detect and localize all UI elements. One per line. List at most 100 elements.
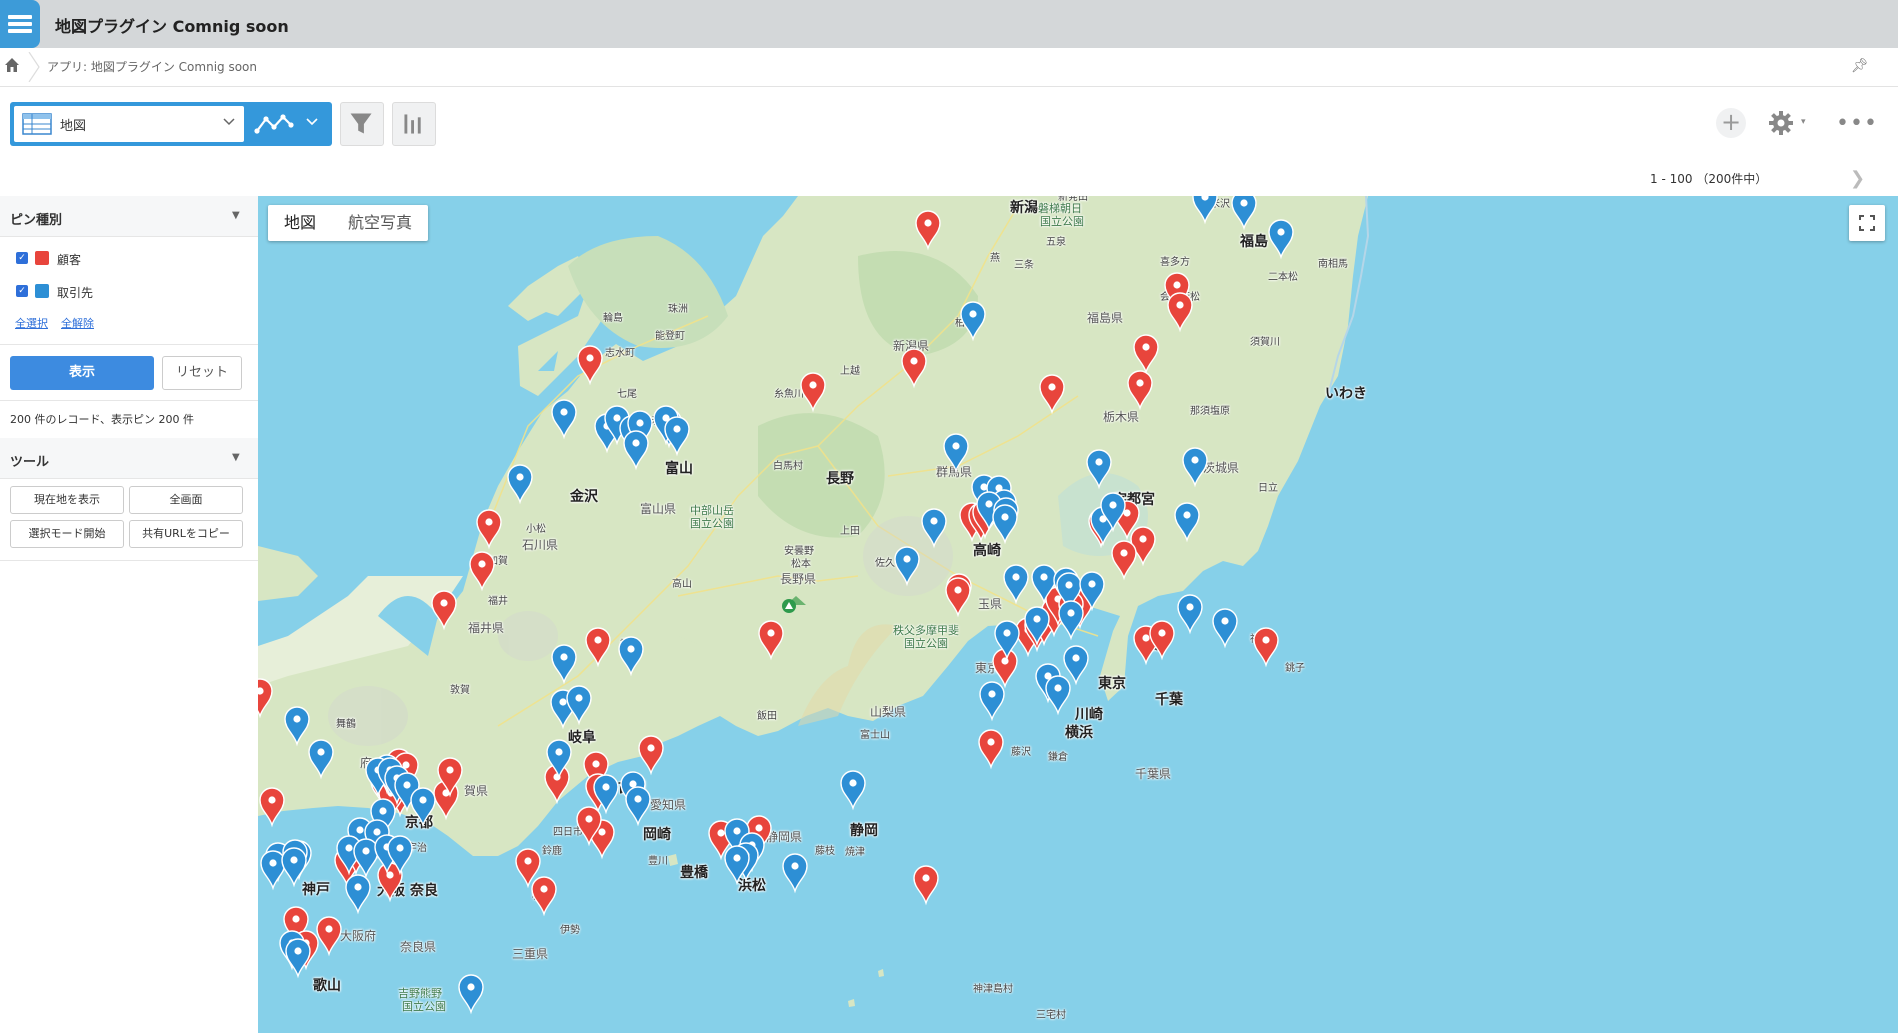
partner-pin-icon[interactable] xyxy=(921,508,947,549)
partner-pin-icon[interactable] xyxy=(458,974,484,1015)
customer-pin-icon[interactable] xyxy=(901,348,927,389)
home-icon[interactable] xyxy=(4,57,20,73)
customer-pin-icon[interactable] xyxy=(259,787,285,828)
partner-pin-icon[interactable] xyxy=(664,416,690,457)
customer-pin-icon[interactable] xyxy=(1149,620,1175,661)
customer-pin-icon[interactable] xyxy=(1039,374,1065,415)
partner-pin-icon[interactable] xyxy=(1086,449,1112,490)
select-all-link[interactable]: 全選択 xyxy=(15,315,48,331)
partner-pin-icon[interactable] xyxy=(894,546,920,587)
customer-pin-icon[interactable] xyxy=(945,577,971,618)
customer-pin-icon[interactable] xyxy=(476,509,502,550)
partner-checkbox[interactable]: ✓ xyxy=(16,285,28,297)
partner-pin-icon[interactable] xyxy=(285,938,311,979)
gear-icon[interactable] xyxy=(1768,110,1794,136)
partner-pin-icon[interactable] xyxy=(840,770,866,811)
customer-pin-icon[interactable] xyxy=(258,678,273,719)
customer-pin-icon[interactable] xyxy=(978,729,1004,770)
partner-pin-icon[interactable] xyxy=(566,685,592,726)
graph-chevron-down-icon[interactable] xyxy=(305,116,319,128)
partner-pin-icon[interactable] xyxy=(979,681,1005,722)
map-type-map-tab[interactable]: 地図 xyxy=(268,205,332,241)
next-page-icon[interactable]: ❯ xyxy=(1850,168,1865,189)
settings-chevron-icon[interactable]: ▾ xyxy=(1801,117,1806,127)
partner-pin-icon[interactable] xyxy=(1231,196,1257,231)
deselect-all-link[interactable]: 全解除 xyxy=(61,315,94,331)
app-menu-icon[interactable] xyxy=(0,0,40,48)
pin-header-icon[interactable]: 📌︎ xyxy=(1851,58,1869,74)
partner-pin-icon[interactable] xyxy=(1212,608,1238,649)
partner-pin-icon[interactable] xyxy=(1003,564,1029,605)
customer-pin-icon[interactable] xyxy=(1167,292,1193,333)
pagination-text: 1 - 100 （200件中） xyxy=(1650,172,1768,186)
pin-layer[interactable] xyxy=(258,196,1898,1033)
breadcrumb-separator-icon xyxy=(28,52,40,82)
add-record-button[interactable]: + xyxy=(1716,108,1746,138)
customer-pin-icon[interactable] xyxy=(316,916,342,957)
customer-pin-icon[interactable] xyxy=(531,876,557,917)
tools-title: ツール xyxy=(10,455,50,470)
customer-pin-icon[interactable] xyxy=(915,210,941,251)
partner-pin-icon[interactable] xyxy=(551,399,577,440)
partner-pin-icon[interactable] xyxy=(623,430,649,471)
partner-pin-icon[interactable] xyxy=(1177,594,1203,635)
filter-button[interactable] xyxy=(340,102,384,146)
customer-pin-icon[interactable] xyxy=(758,620,784,661)
customer-pin-icon[interactable] xyxy=(1127,370,1153,411)
partner-pin-icon[interactable] xyxy=(284,706,310,747)
breadcrumb-app-link[interactable]: アプリ: 地図プラグイン Comnig soon xyxy=(47,58,257,75)
graph-icon[interactable] xyxy=(254,111,294,137)
fullscreen-button[interactable]: 全画面 xyxy=(129,486,243,514)
partner-pin-icon[interactable] xyxy=(1045,675,1071,716)
map-type-aerial-tab[interactable]: 航空写真 xyxy=(332,205,428,241)
map-fullscreen-button[interactable] xyxy=(1849,205,1885,241)
selection-mode-button[interactable]: 選択モード開始 xyxy=(10,520,124,548)
partner-pin-icon[interactable] xyxy=(345,874,371,915)
partner-pin-icon[interactable] xyxy=(260,850,286,891)
partner-pin-icon[interactable] xyxy=(507,464,533,505)
partner-pin-icon[interactable] xyxy=(1182,447,1208,488)
partner-pin-icon[interactable] xyxy=(308,739,334,780)
customer-label: 顧客 xyxy=(57,253,82,267)
partner-pin-icon[interactable] xyxy=(960,301,986,342)
partner-pin-icon[interactable] xyxy=(625,786,651,827)
map-canvas[interactable]: 新潟新発田米沢五泉三条燕福島南相馬二本松喜多方会津若松福島県須賀川いわき柏崎新潟… xyxy=(258,196,1898,1033)
partner-pin-icon[interactable] xyxy=(943,433,969,474)
customer-pin-icon[interactable] xyxy=(638,735,664,776)
collapse-triangle-icon[interactable]: ▼ xyxy=(232,210,240,221)
graph-chart-button[interactable] xyxy=(392,102,436,146)
partner-pin-icon[interactable] xyxy=(1063,645,1089,686)
partner-pin-icon[interactable] xyxy=(1268,219,1294,260)
partner-pin-icon[interactable] xyxy=(281,847,307,888)
reset-button[interactable]: リセット xyxy=(162,356,242,390)
customer-pin-icon[interactable] xyxy=(1111,540,1137,581)
customer-checkbox[interactable]: ✓ xyxy=(16,252,28,264)
chevron-down-icon[interactable] xyxy=(222,116,236,128)
show-location-button[interactable]: 現在地を表示 xyxy=(10,486,124,514)
customer-pin-icon[interactable] xyxy=(1253,627,1279,668)
partner-pin-icon[interactable] xyxy=(618,636,644,677)
customer-pin-icon[interactable] xyxy=(431,590,457,631)
copy-share-url-button[interactable]: 共有URLをコピー xyxy=(129,520,243,548)
customer-pin-icon[interactable] xyxy=(469,551,495,592)
customer-pin-icon[interactable] xyxy=(1133,334,1159,375)
partner-pin-icon[interactable] xyxy=(410,787,436,828)
show-button[interactable]: 表示 xyxy=(10,356,154,390)
customer-pin-icon[interactable] xyxy=(577,345,603,386)
collapse-triangle-icon[interactable]: ▼ xyxy=(232,452,240,463)
partner-pin-icon[interactable] xyxy=(782,853,808,894)
partner-pin-icon[interactable] xyxy=(1058,600,1084,641)
customer-pin-icon[interactable] xyxy=(800,372,826,413)
app-title: 地図プラグイン Comnig soon xyxy=(55,17,289,36)
fullscreen-icon xyxy=(1859,215,1875,231)
customer-color-swatch xyxy=(35,251,49,265)
more-options-icon[interactable]: ••• xyxy=(1836,111,1878,136)
partner-pin-icon[interactable] xyxy=(551,644,577,685)
record-count-text: 200 件のレコード、表示ピン 200 件 xyxy=(10,413,195,426)
partner-pin-icon[interactable] xyxy=(1192,196,1218,225)
partner-pin-icon[interactable] xyxy=(992,504,1018,545)
customer-pin-icon[interactable] xyxy=(913,865,939,906)
customer-pin-icon[interactable] xyxy=(585,627,611,668)
partner-label: 取引先 xyxy=(57,286,94,300)
partner-pin-icon[interactable] xyxy=(1174,502,1200,543)
